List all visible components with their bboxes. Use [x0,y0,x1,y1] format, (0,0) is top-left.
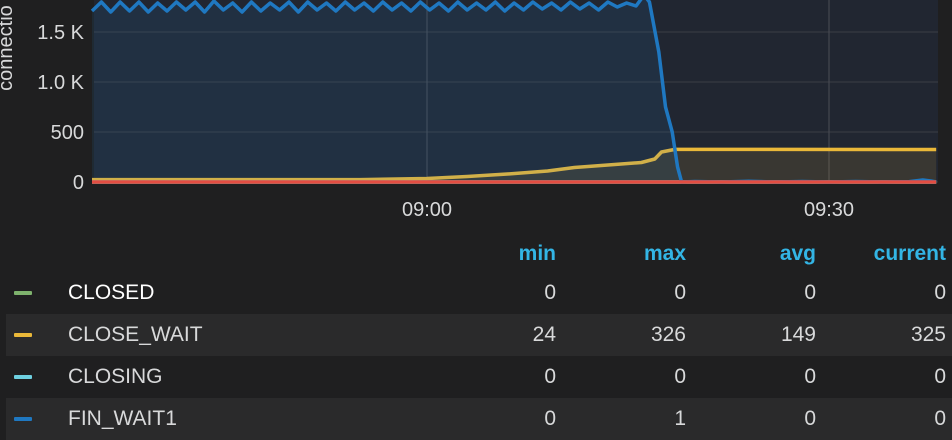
legend-header-row: min max avg current [6,236,952,272]
legend-swatch-closed[interactable] [14,291,32,296]
legend-name-closing[interactable]: CLOSING [68,356,416,398]
legend-swatch-fin-wait1[interactable] [14,417,32,422]
legend-min-closing: 0 [544,365,556,388]
legend-max-close-wait: 326 [562,314,692,356]
legend-row-closing[interactable]: CLOSING 0 0 0 0 [6,356,952,398]
legend-swatch-close-wait[interactable] [14,333,32,338]
legend-header-max[interactable]: max [562,236,692,272]
legend-swatch-cell [6,398,68,440]
legend-header-current[interactable]: current [822,236,952,272]
y-tick-label: 500 [51,122,84,144]
legend-current-close-wait: 325 [822,314,952,356]
legend-avg-close-wait: 149 [692,314,822,356]
legend-header-name [68,236,416,272]
y-tick-label: 1.0 K [37,72,84,94]
legend-table: min max avg current CLOSED 0 0 0 0 CLOSE… [6,236,952,440]
legend-swatch-cell [6,356,68,398]
legend-name-close-wait[interactable]: CLOSE_WAIT [68,314,416,356]
legend-row-close-wait[interactable]: CLOSE_WAIT 24 326 149 325 [6,314,952,356]
legend-min-closed: 0 [544,281,556,304]
legend-avg-fin-wait1: 0 [692,398,822,440]
connections-chart: 0 500 1.0 K 1.5 K 09:00 09:30 connectio [0,0,938,221]
y-tick-label: 1.5 K [37,22,84,44]
legend-avg-closed: 0 [804,281,816,304]
legend-current-fin-wait1: 0 [822,398,952,440]
legend-header-avg[interactable]: avg [692,236,822,272]
legend-header-swatch [6,236,68,272]
legend-name-fin-wait1[interactable]: FIN_WAIT1 [68,398,416,440]
x-tick-label: 09:30 [804,199,854,221]
y-tick-label: 0 [73,172,84,194]
legend-max-closed: 0 [674,281,686,304]
legend-min-fin-wait1: 0 [416,398,562,440]
legend-row-closed[interactable]: CLOSED 0 0 0 0 [6,272,952,314]
legend-swatch-cell [6,314,68,356]
legend-swatch-closing[interactable] [14,375,32,380]
legend-max-closing: 0 [674,365,686,388]
y-axis-title: connectio [0,5,17,91]
x-tick-label: 09:00 [402,199,452,221]
legend-avg-closing: 0 [804,365,816,388]
legend-name-closed[interactable]: CLOSED [68,272,416,314]
legend-header-min[interactable]: min [416,236,562,272]
legend-current-closing: 0 [934,365,946,388]
legend-max-fin-wait1: 1 [562,398,692,440]
legend-current-closed: 0 [934,281,946,304]
legend-swatch-cell [6,272,68,314]
legend-row-fin-wait1[interactable]: FIN_WAIT1 0 1 0 0 [6,398,952,440]
legend-min-close-wait: 24 [416,314,562,356]
